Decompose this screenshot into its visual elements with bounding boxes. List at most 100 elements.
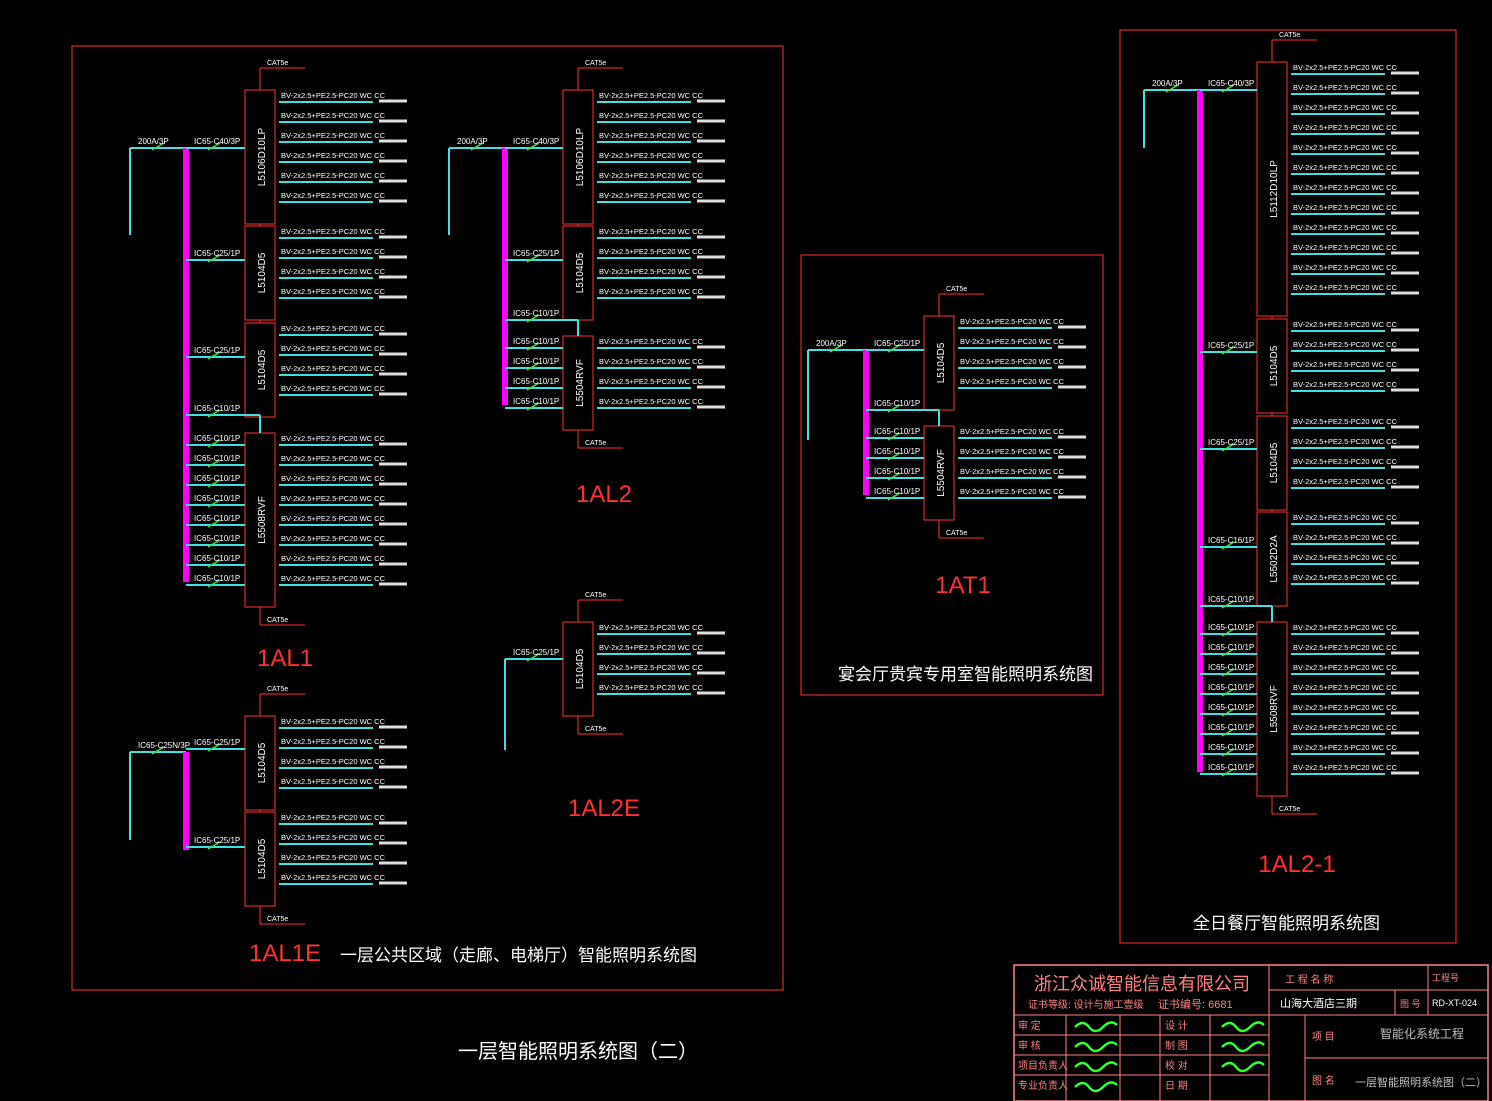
network-label: CAT5e bbox=[585, 440, 606, 447]
breaker-label: IC65-C25/1P bbox=[194, 249, 240, 258]
circuit-spec: BV-2x2.5+PE2.5-PC20 WC CC bbox=[281, 287, 386, 296]
breaker-label: IC65-C10/1P bbox=[513, 337, 559, 346]
circuit-spec: BV-2x2.5+PE2.5-PC20 WC CC bbox=[599, 247, 704, 256]
cert-level: 证书等级: 设计与施工壹级 bbox=[1028, 998, 1144, 1011]
breaker-label: IC65-C10/1P bbox=[194, 454, 240, 463]
breaker-label: 200A/3P bbox=[1152, 79, 1183, 88]
circuit-spec: BV-2x2.5+PE2.5-PC20 WC CC bbox=[281, 514, 386, 523]
circuit-spec: BV-2x2.5+PE2.5-PC20 WC CC bbox=[1293, 663, 1398, 672]
diagram-label: 1AL1 bbox=[257, 645, 313, 672]
breaker-label: IC65-C25/1P bbox=[194, 346, 240, 355]
project-name: 山海大酒店三期 bbox=[1280, 996, 1357, 1010]
breaker-label: IC65-C10/1P bbox=[194, 404, 240, 413]
diagram-label: 1AL2 bbox=[576, 481, 632, 508]
breaker-label: IC65-C10/1P bbox=[194, 534, 240, 543]
breaker-label: IC65-C10/1P bbox=[874, 487, 920, 496]
circuit-spec: BV-2x2.5+PE2.5-PC20 WC CC bbox=[281, 813, 386, 822]
item-label: 项 目 bbox=[1312, 1031, 1335, 1043]
circuit-spec: BV-2x2.5+PE2.5-PC20 WC CC bbox=[1293, 573, 1398, 582]
circuit-spec: BV-2x2.5+PE2.5-PC20 WC CC bbox=[281, 873, 386, 882]
cad-drawing: 200A/3P CAT5e L5106D10LP IC65-C40/3P BV-2x2.… bbox=[71, 29, 1489, 1101]
circuit-spec: BV-2x2.5+PE2.5-PC20 WC CC bbox=[281, 384, 386, 393]
module-name: L5104D5 bbox=[257, 838, 268, 879]
circuit-spec: BV-2x2.5+PE2.5-PC20 WC CC bbox=[281, 324, 386, 333]
role-label: 校 对 bbox=[1165, 1059, 1188, 1072]
module-name: L5504RVF bbox=[936, 449, 947, 497]
circuit-spec: BV-2x2.5+PE2.5-PC20 WC CC bbox=[599, 663, 704, 672]
circuit-spec: BV-2x2.5+PE2.5-PC20 WC CC bbox=[281, 554, 386, 563]
breaker-label: 200A/3P bbox=[816, 339, 847, 348]
circuit-spec: BV-2x2.5+PE2.5-PC20 WC CC bbox=[599, 643, 704, 652]
circuit-spec: BV-2x2.5+PE2.5-PC20 WC CC bbox=[599, 227, 704, 236]
breaker-label: IC65-C10/1P bbox=[513, 377, 559, 386]
breaker-label: IC65-C10/1P bbox=[1208, 763, 1254, 772]
network-label: CAT5e bbox=[267, 916, 288, 923]
breaker-label: IC65-C25/1P bbox=[874, 339, 920, 348]
breaker-label: IC65-C10/1P bbox=[513, 309, 559, 318]
breaker-label: IC65-C10/1P bbox=[1208, 643, 1254, 652]
module-name: L5104D5 bbox=[575, 648, 586, 689]
cert-number: 证书编号: 6681 bbox=[1158, 997, 1233, 1011]
drawing-name: 一层智能照明系统图（二） bbox=[1355, 1075, 1487, 1089]
module-name: L5104D5 bbox=[257, 349, 268, 390]
diagram-label: 1AL2E bbox=[568, 795, 640, 822]
circuit-spec: BV-2x2.5+PE2.5-PC20 WC CC bbox=[1293, 83, 1398, 92]
busbar bbox=[502, 148, 508, 405]
network-label: CAT5e bbox=[585, 726, 606, 733]
network-label: CAT5e bbox=[585, 592, 606, 599]
circuit-spec: BV-2x2.5+PE2.5-PC20 WC CC bbox=[281, 151, 386, 160]
breaker-label: IC65-C10/1P bbox=[874, 467, 920, 476]
breaker-label: IC65-C10/1P bbox=[194, 554, 240, 563]
breaker-label: IC65-C25/1P bbox=[513, 648, 559, 657]
module-name: L5104D5 bbox=[257, 252, 268, 293]
circuit-spec: BV-2x2.5+PE2.5-PC20 WC CC bbox=[1293, 63, 1398, 72]
network-label: CAT5e bbox=[1279, 806, 1300, 813]
circuit-spec: BV-2x2.5+PE2.5-PC20 WC CC bbox=[1293, 477, 1398, 486]
module-name: L5504RVF bbox=[575, 359, 586, 407]
drawing-no-label: 图 号 bbox=[1400, 999, 1421, 1009]
circuit-spec: BV-2x2.5+PE2.5-PC20 WC CC bbox=[281, 434, 386, 443]
circuit-spec: BV-2x2.5+PE2.5-PC20 WC CC bbox=[1293, 643, 1398, 652]
circuit-spec: BV-2x2.5+PE2.5-PC20 WC CC bbox=[1293, 703, 1398, 712]
module-name: L5508RVF bbox=[257, 496, 268, 544]
network-label: CAT5e bbox=[267, 617, 288, 624]
circuit-spec: BV-2x2.5+PE2.5-PC20 WC CC bbox=[1293, 623, 1398, 632]
drawing-frame bbox=[71, 45, 784, 991]
circuit-spec: BV-2x2.5+PE2.5-PC20 WC CC bbox=[281, 364, 386, 373]
network-label: CAT5e bbox=[267, 686, 288, 693]
network-label: CAT5e bbox=[946, 530, 967, 537]
role-label: 日 期 bbox=[1165, 1080, 1188, 1092]
circuit-spec: BV-2x2.5+PE2.5-PC20 WC CC bbox=[960, 427, 1065, 436]
network-label: CAT5e bbox=[267, 60, 288, 67]
circuit-spec: BV-2x2.5+PE2.5-PC20 WC CC bbox=[281, 717, 386, 726]
diagram-title: 一层公共区域（走廊、电梯厅）智能照明系统图 bbox=[340, 946, 697, 965]
breaker-label: IC65-C25N/3P bbox=[138, 741, 190, 750]
breaker-label: IC65-C25/1P bbox=[194, 836, 240, 845]
breaker-label: IC65-C10/1P bbox=[874, 447, 920, 456]
module-name: L5104D5 bbox=[1269, 345, 1280, 386]
breaker-label: IC65-C10/1P bbox=[194, 494, 240, 503]
circuit-spec: BV-2x2.5+PE2.5-PC20 WC CC bbox=[1293, 263, 1398, 272]
breaker-label: IC65-C10/1P bbox=[513, 397, 559, 406]
circuit-spec: BV-2x2.5+PE2.5-PC20 WC CC bbox=[1293, 143, 1398, 152]
circuit-spec: BV-2x2.5+PE2.5-PC20 WC CC bbox=[281, 344, 386, 353]
module-name: L5104D5 bbox=[1269, 442, 1280, 483]
circuit-spec: BV-2x2.5+PE2.5-PC20 WC CC bbox=[599, 171, 704, 180]
circuit-spec: BV-2x2.5+PE2.5-PC20 WC CC bbox=[599, 287, 704, 296]
circuit-spec: BV-2x2.5+PE2.5-PC20 WC CC bbox=[281, 534, 386, 543]
role-label: 审 定 bbox=[1018, 1019, 1041, 1032]
sheet-title: 一层智能照明系统图（二） bbox=[458, 1040, 698, 1063]
circuit-spec: BV-2x2.5+PE2.5-PC20 WC CC bbox=[281, 474, 386, 483]
circuit-spec: BV-2x2.5+PE2.5-PC20 WC CC bbox=[281, 111, 386, 120]
network-label: CAT5e bbox=[585, 60, 606, 67]
breaker-label: IC65-C10/1P bbox=[874, 427, 920, 436]
circuit-spec: BV-2x2.5+PE2.5-PC20 WC CC bbox=[1293, 723, 1398, 732]
busbar bbox=[863, 350, 869, 495]
circuit-spec: BV-2x2.5+PE2.5-PC20 WC CC bbox=[599, 683, 704, 692]
role-label: 审 核 bbox=[1018, 1039, 1041, 1052]
project-name-label: 工 程 名 称 bbox=[1285, 973, 1333, 986]
circuit-spec: BV-2x2.5+PE2.5-PC20 WC CC bbox=[281, 494, 386, 503]
role-label: 制 图 bbox=[1165, 1039, 1188, 1052]
breaker-label: IC65-C10/1P bbox=[1208, 663, 1254, 672]
breaker-label: IC65-C10/1P bbox=[874, 399, 920, 408]
